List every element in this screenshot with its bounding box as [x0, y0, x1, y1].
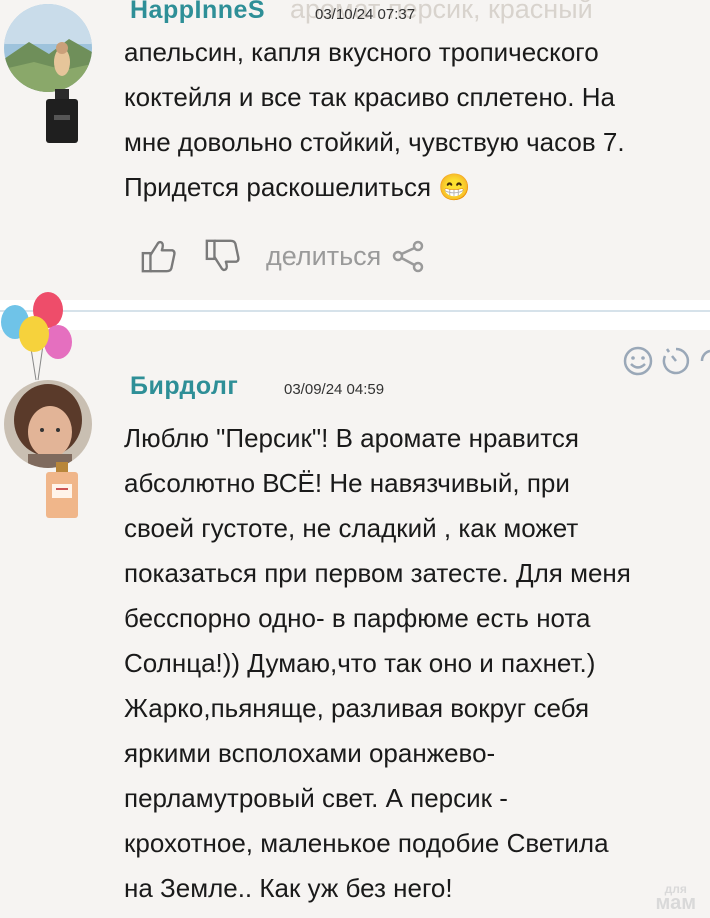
perfume-thumbnail[interactable]: [32, 86, 92, 146]
reaction-icons: [622, 345, 710, 377]
comment-actions: делиться: [140, 236, 425, 276]
more-icon[interactable]: [698, 345, 710, 377]
comment-line: яркими всполохами оранжево-: [124, 738, 496, 768]
timestamp: 03/09/24 04:59: [284, 381, 385, 398]
dislike-icon[interactable]: [204, 237, 242, 275]
comment-1: аромат персик, красный HappInneS 03/10/2…: [0, 0, 710, 300]
username[interactable]: Бирдолг: [130, 372, 238, 401]
comment-body: Люблю "Персик"! В аромате нравится абсол…: [124, 416, 710, 911]
share-button[interactable]: делиться: [266, 241, 381, 272]
comment-2: Бирдолг 03/09/24 04:59 Люблю "Персик"! В…: [0, 330, 710, 918]
comment-line: Придется раскошелиться 😁: [124, 172, 471, 202]
avatar-birdolg[interactable]: [4, 380, 92, 468]
comment-line: коктейля и все так красиво сплетено. На: [124, 82, 615, 112]
comment-line: Солнца!)) Думаю,что так оно и пахнет.): [124, 648, 596, 678]
smiley-icon[interactable]: [622, 345, 654, 377]
watermark: для мам: [656, 882, 696, 913]
comment-line: показаться при первом затесте. Для меня: [124, 558, 631, 588]
comment-line: крохотное, маленькое подобие Светила: [124, 828, 609, 858]
comment-line: на Земле.. Как уж без него!: [124, 873, 453, 903]
comment-line: Жарко,пьянящe, разливая вокруг себя: [124, 693, 590, 723]
comment-line: апельсин, капля вкусного тропического: [124, 37, 599, 67]
perfume-thumbnail[interactable]: [32, 461, 92, 521]
share-icon[interactable]: [391, 239, 425, 273]
comment-line: перламутровый свет. А персик -: [124, 783, 508, 813]
avatar-happinnes[interactable]: [4, 4, 92, 92]
comment-line: своей густоте, не сладкий , как может: [124, 513, 579, 543]
comment-line: Люблю "Персик"! В аромате нравится: [124, 423, 579, 453]
like-icon[interactable]: [140, 237, 178, 275]
username[interactable]: HappInneS: [130, 0, 265, 25]
comment-line: абсолютно ВСЁ! Не навязчивый, при: [124, 468, 570, 498]
timer-icon[interactable]: [660, 345, 692, 377]
comment-line: мне довольно стойкий, чувствую часов 7.: [124, 127, 625, 157]
comment-divider: [0, 310, 710, 312]
timestamp: 03/10/24 07:37: [315, 6, 416, 23]
watermark-big: мам: [655, 892, 696, 914]
balloons-icon: [1, 292, 72, 381]
comment-body: апельсин, капля вкусного тропического ко…: [124, 30, 710, 210]
comment-line: бесспорно одно- в парфюме есть нота: [124, 603, 591, 633]
